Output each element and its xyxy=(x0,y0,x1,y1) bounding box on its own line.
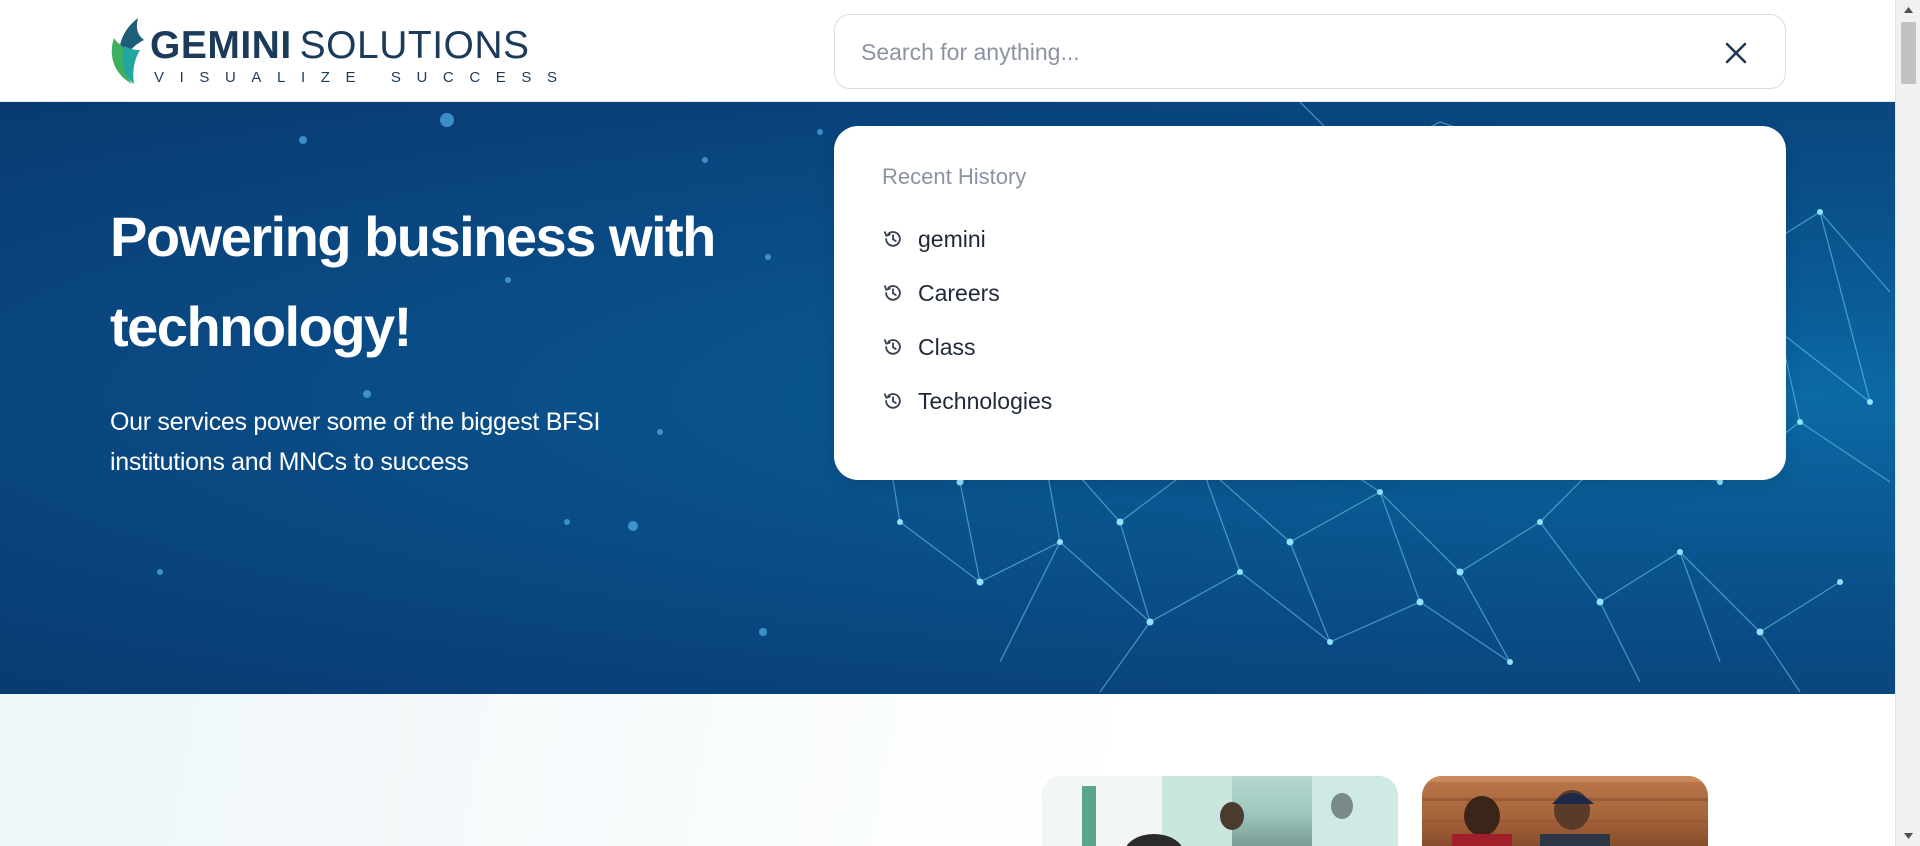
history-item-class[interactable]: Class xyxy=(882,320,1052,374)
history-item-label: Class xyxy=(918,333,976,360)
logo-tagline: VISUALIZE SUCCESS xyxy=(154,69,573,86)
close-search-button[interactable] xyxy=(1723,40,1749,66)
scroll-up-arrow[interactable] xyxy=(1903,6,1914,14)
history-item-gemini[interactable]: gemini xyxy=(882,212,1052,266)
search-input[interactable] xyxy=(861,33,1681,71)
history-icon xyxy=(882,282,904,304)
caret-up-icon xyxy=(1904,7,1913,13)
team-photo-meeting xyxy=(1422,776,1708,846)
recent-history-heading: Recent History xyxy=(882,164,1027,189)
logo-name: GEMINI SOLUTIONS xyxy=(150,24,530,68)
history-item-label: Careers xyxy=(918,279,1000,306)
scroll-thumb[interactable] xyxy=(1901,22,1916,84)
history-icon xyxy=(882,228,904,250)
history-item-label: gemini xyxy=(918,225,986,252)
leaf-logo-icon xyxy=(111,18,144,84)
hero-subtitle: Our services power some of the biggest B… xyxy=(110,408,601,476)
logo[interactable]: GEMINI SOLUTIONS VISUALIZE SUCCESS xyxy=(110,14,557,88)
history-icon xyxy=(882,390,904,412)
hero-title: Powering business with technology! xyxy=(110,205,716,358)
search-box xyxy=(834,14,1786,89)
close-icon xyxy=(1725,42,1747,64)
about-section xyxy=(0,694,1895,846)
scroll-down-arrow[interactable] xyxy=(1903,832,1914,840)
site-header: GEMINI SOLUTIONS VISUALIZE SUCCESS xyxy=(0,0,1895,102)
page-scrollbar[interactable] xyxy=(1895,0,1920,846)
history-icon xyxy=(882,336,904,358)
history-item-technologies[interactable]: Technologies xyxy=(882,374,1052,428)
logo-name-bold: GEMINI xyxy=(150,24,292,67)
logo-name-light: SOLUTIONS xyxy=(299,24,530,67)
search-history-dropdown: Recent History gemini Careers Class Tech… xyxy=(834,126,1786,480)
history-list: gemini Careers Class Technologies xyxy=(882,212,1052,428)
team-photo-office xyxy=(1042,776,1398,846)
caret-down-icon xyxy=(1904,833,1913,839)
history-item-label: Technologies xyxy=(918,387,1053,414)
history-item-careers[interactable]: Careers xyxy=(882,266,1052,320)
